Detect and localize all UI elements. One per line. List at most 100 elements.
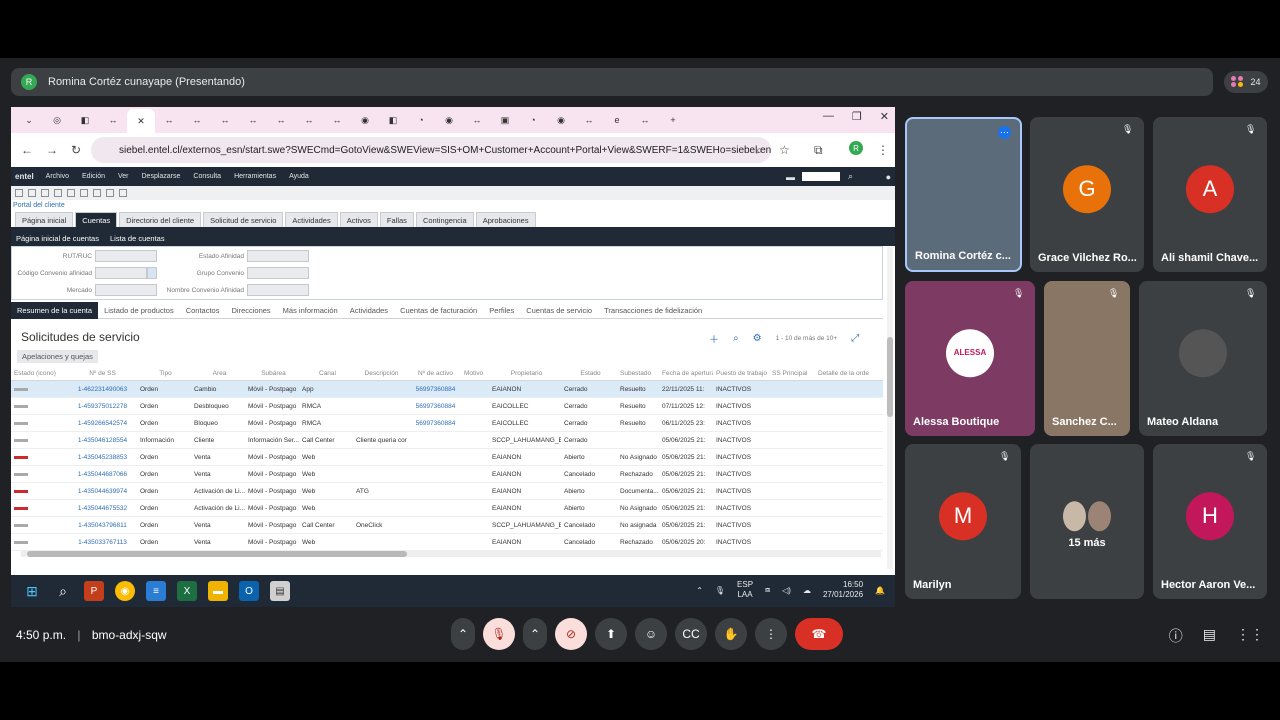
participant-tile[interactable]: Mateo Aldana 🎙: [1139, 281, 1267, 436]
search-icon[interactable]: ⌕: [733, 333, 739, 344]
table-link[interactable]: 1-435044687066: [65, 471, 137, 478]
browser-tab[interactable]: e: [603, 110, 631, 130]
new-tab-button[interactable]: +: [659, 110, 687, 130]
toolbar-icon[interactable]: [67, 189, 75, 197]
toolbar-icon[interactable]: [41, 189, 49, 197]
tab-activos[interactable]: Activos: [339, 212, 378, 227]
print-icon[interactable]: [106, 189, 114, 197]
col-header[interactable]: Subestado: [617, 370, 659, 377]
browser-tab[interactable]: ◔: [519, 110, 547, 130]
app-icon[interactable]: ▤: [270, 581, 290, 601]
col-header[interactable]: Estado (icono): [11, 370, 65, 377]
table-link[interactable]: 1-459266542574: [65, 420, 137, 427]
mic-options-icon[interactable]: ⌃: [451, 618, 475, 650]
table-link[interactable]: 56997360884: [407, 420, 461, 427]
vtab-facturacion[interactable]: Cuentas de facturación: [394, 302, 483, 319]
tab-solicitud[interactable]: Solicitud de servicio: [203, 212, 284, 227]
raise-hand-button[interactable]: ✋: [715, 618, 747, 650]
col-header[interactable]: Canal: [299, 370, 353, 377]
input-nombre[interactable]: [247, 284, 309, 296]
info-icon[interactable]: ⓘ: [1169, 626, 1183, 646]
reload-icon[interactable]: ↻: [71, 143, 81, 157]
mic-off-button[interactable]: 🎙: [483, 618, 515, 650]
captions-button[interactable]: CC: [675, 618, 707, 650]
profile-avatar[interactable]: R: [849, 141, 863, 155]
tab-aprobaciones[interactable]: Aprobaciones: [475, 212, 536, 227]
browser-tab[interactable]: ◔: [407, 110, 435, 130]
leave-call-button[interactable]: ☎: [795, 618, 843, 650]
table-row[interactable]: 1-459375012278 Orden Desbloqueo Móvil - Pos…: [11, 398, 883, 415]
toolbar-icon[interactable]: [119, 189, 127, 197]
table-link[interactable]: 1-435044639974: [65, 488, 137, 495]
search-icon[interactable]: ⌕: [848, 171, 853, 182]
scroll-thumb[interactable]: [27, 551, 407, 557]
vtab-actividades[interactable]: Actividades: [344, 302, 394, 319]
table-link[interactable]: 1-459375012278: [65, 403, 137, 410]
menu-ayuda[interactable]: Ayuda: [289, 173, 309, 180]
menu-archivo[interactable]: Archivo: [46, 173, 69, 180]
folder-icon[interactable]: ▬: [208, 581, 228, 601]
col-header[interactable]: Fecha de apertura: [659, 370, 713, 377]
table-row[interactable]: 1-459266542574 Orden Bloqueo Móvil - Postpa…: [11, 415, 883, 432]
subnav-pagina-cuentas[interactable]: Página inicial de cuentas: [16, 234, 99, 243]
gear-icon[interactable]: ⚙: [753, 333, 762, 344]
minimize-icon[interactable]: —: [823, 110, 834, 123]
tab-cuentas[interactable]: Cuentas: [75, 212, 118, 227]
table-link[interactable]: 56997360884: [407, 403, 461, 410]
col-header[interactable]: Estado: [561, 370, 617, 377]
menu-herramientas[interactable]: Herramientas: [234, 173, 276, 180]
col-header[interactable]: Nº de activo: [407, 370, 461, 377]
participant-tile[interactable]: ALESSA Alessa Boutique 🎙: [905, 281, 1035, 436]
browser-tab-active[interactable]: ✕: [127, 109, 155, 133]
table-link[interactable]: 1-435043796811: [65, 522, 137, 529]
scroll-thumb[interactable]: [887, 337, 893, 417]
table-link[interactable]: 56997360884: [407, 386, 461, 393]
participant-tile[interactable]: H Hector Aaron Ve... 🎙: [1153, 444, 1267, 599]
browser-tab[interactable]: ◧: [71, 110, 99, 130]
vtab-contactos[interactable]: Contactos: [180, 302, 226, 319]
chat-icon[interactable]: ▤: [1203, 626, 1216, 646]
subsection-apelaciones[interactable]: Apelaciones y quejas: [17, 350, 98, 363]
chrome-icon[interactable]: ◉: [115, 581, 135, 601]
vtab-fidelizacion[interactable]: Transacciones de fidelización: [598, 302, 708, 319]
extensions-icon[interactable]: ⧉: [814, 143, 823, 158]
browser-tab[interactable]: ↔: [323, 110, 351, 130]
participant-tile[interactable]: A Ali shamil Chave... 🎙: [1153, 117, 1267, 272]
browser-tab[interactable]: ↔: [295, 110, 323, 130]
input-codigo[interactable]: [95, 267, 147, 279]
more-icon[interactable]: ⋯: [998, 126, 1011, 139]
picker-icon[interactable]: [147, 267, 157, 279]
battery-icon[interactable]: ☁: [803, 586, 811, 595]
subnav-lista-cuentas[interactable]: Lista de cuentas: [110, 234, 165, 243]
excel-icon[interactable]: X: [177, 581, 197, 601]
table-link[interactable]: 1-435033767113: [65, 539, 137, 546]
browser-tab[interactable]: ◉: [435, 110, 463, 130]
bookmark-icon[interactable]: ☆: [779, 143, 790, 157]
volume-icon[interactable]: ◁): [782, 586, 791, 595]
url-field[interactable]: siebel.entel.cl/externos_esn/start.swe?S…: [91, 137, 771, 163]
vtab-servicio[interactable]: Cuentas de servicio: [520, 302, 598, 319]
table-row[interactable]: 1-435044687066 Orden Venta Móvil - Postpago…: [11, 466, 883, 483]
table-row[interactable]: 1-435045238853 Orden Venta Móvil - Postpago…: [11, 449, 883, 466]
camera-options-icon[interactable]: ⌃: [523, 618, 547, 650]
breadcrumb[interactable]: Portal del cliente: [11, 202, 65, 209]
emoji-button[interactable]: ☺: [635, 618, 667, 650]
vtab-direcciones[interactable]: Direcciones: [225, 302, 276, 319]
activities-icon[interactable]: ⋮⋮: [1236, 626, 1264, 646]
close-tab-icon[interactable]: ✕: [137, 116, 145, 127]
chat-icon[interactable]: ▬: [786, 172, 795, 182]
vtab-resumen[interactable]: Resumen de la cuenta: [11, 301, 99, 319]
query-dropdown[interactable]: [802, 172, 840, 181]
restore-icon[interactable]: ❐: [852, 110, 862, 123]
browser-tab[interactable]: ↔: [211, 110, 239, 130]
browser-menu-icon[interactable]: ⋮: [877, 143, 889, 157]
mic-icon[interactable]: 🎙: [715, 586, 725, 595]
table-row[interactable]: 1-462231490063 Orden Cambio Móvil - Postpag…: [11, 381, 883, 398]
col-header[interactable]: Descripción: [353, 370, 407, 377]
participant-tile[interactable]: Sanchez C... 🎙: [1044, 281, 1130, 436]
tab-actividades[interactable]: Actividades: [285, 212, 338, 227]
browser-tab[interactable]: ↔: [631, 110, 659, 130]
table-link[interactable]: 1-435044675532: [65, 505, 137, 512]
col-header[interactable]: Nº de SS: [65, 370, 137, 377]
tab-contingencia[interactable]: Contingencia: [415, 212, 474, 227]
